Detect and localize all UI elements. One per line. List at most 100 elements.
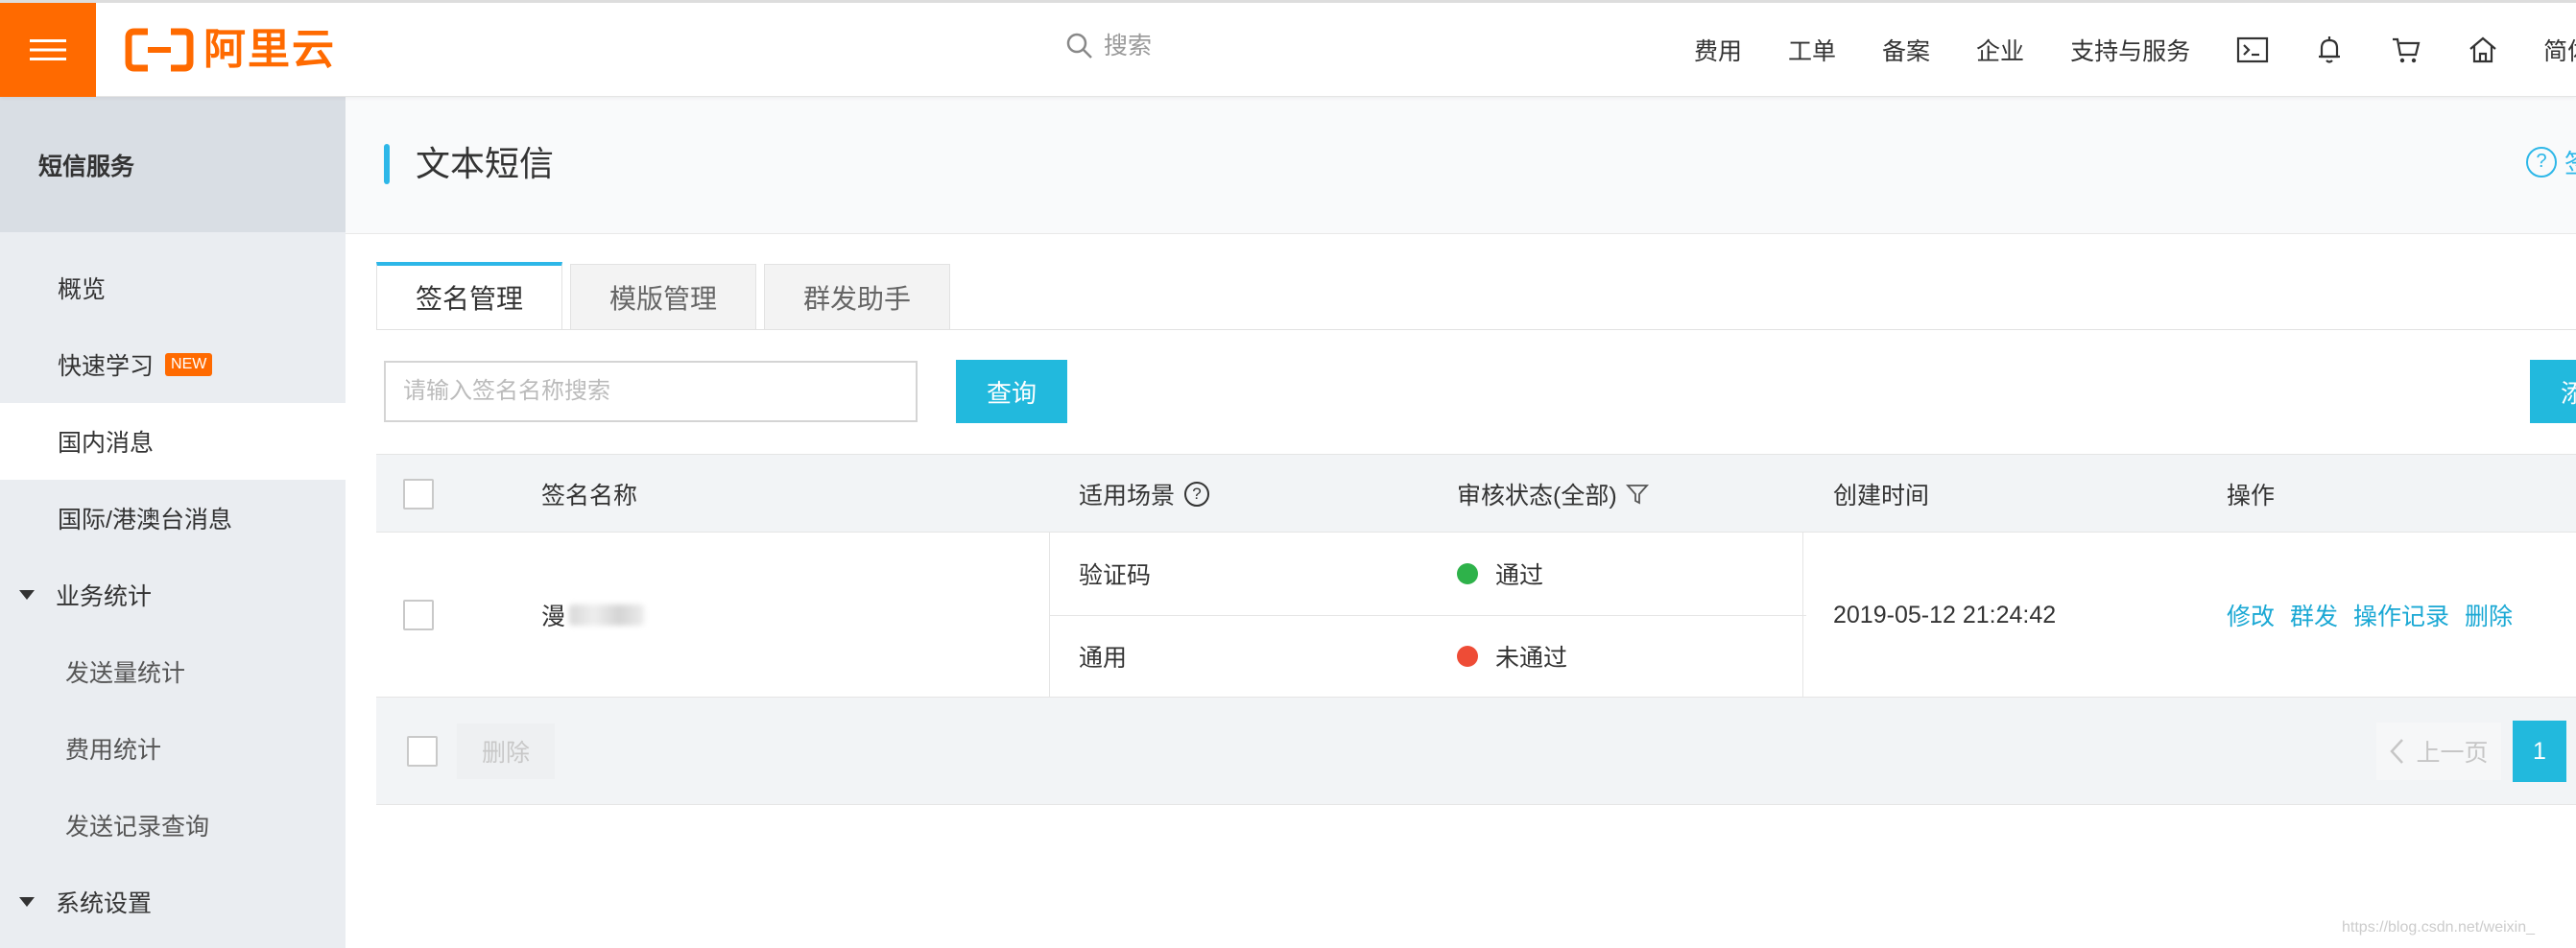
column-status[interactable]: 审核状态(全部) (1457, 455, 1650, 533)
tab-signature[interactable]: 签名管理 (376, 262, 563, 329)
column-actions: 操作 (2227, 483, 2276, 510)
menu-button[interactable] (0, 3, 96, 97)
page-title: 文本短信 (416, 144, 555, 183)
row-select-cell (403, 533, 434, 698)
sidebar-item-send-stats[interactable]: 发送量统计 (0, 633, 346, 710)
watermark: https://blog.csdn.net/weixin_ (2342, 919, 2536, 936)
operation-log-link[interactable]: 操作记录 (2353, 598, 2449, 632)
page-header: 文本短信 ? 签 (346, 97, 2576, 234)
footer-select-all-checkbox[interactable] (407, 736, 438, 767)
column-created: 创建时间 (1833, 483, 1930, 510)
status-cell: 未通过 (1457, 615, 1567, 698)
help-icon[interactable]: ? (1184, 482, 1210, 507)
tabs-divider (376, 329, 2576, 330)
column-scene: 适用场景 ? (1079, 455, 1210, 533)
status-text: 通过 (1495, 562, 1544, 589)
scene-cell: 验证码 (1079, 562, 1152, 589)
row-divider (1050, 615, 1806, 616)
sidebar-title: 短信服务 (0, 97, 346, 232)
search-icon (1066, 33, 1092, 59)
edit-link[interactable]: 修改 (2227, 598, 2275, 632)
tab-template[interactable]: 模版管理 (570, 264, 757, 329)
prev-page-label: 上一页 (2416, 740, 2489, 767)
batch-delete-button[interactable]: 删除 (457, 723, 556, 779)
aliyun-logo[interactable]: 阿里云 (125, 28, 336, 72)
chevron-left-icon (2390, 739, 2404, 764)
sidebar-group-label: 系统设置 (56, 890, 153, 917)
sidebar-item-label: 快速学习 (58, 353, 155, 380)
sidebar-group-stats[interactable]: 业务统计 (0, 557, 346, 633)
delete-link[interactable]: 删除 (2465, 598, 2513, 632)
status-pass-dot (1457, 563, 1478, 584)
column-status-label: 审核状态(全部) (1457, 483, 1617, 510)
signature-table: 签名名称 适用场景 ? 审核状态(全部) 创建时间 操作 漫 验证码 通过 通用… (376, 454, 2576, 805)
status-cell: 通过 (1457, 533, 1543, 615)
sidebar-item-label: 发送量统计 (65, 660, 186, 687)
signature-search-input[interactable] (384, 361, 918, 422)
sidebar-item-overview[interactable]: 概览 (0, 249, 346, 326)
sidebar-item-label: 概览 (58, 276, 107, 303)
sidebar-item-international[interactable]: 国际/港澳台消息 (0, 480, 346, 557)
logo-text: 阿里云 (203, 26, 336, 73)
tab-bulk-send[interactable]: 群发助手 (764, 264, 951, 329)
created-time: 2019-05-12 21:24:42 (1833, 601, 2057, 628)
add-signature-button[interactable]: 添 (2530, 360, 2576, 423)
table-row: 漫 验证码 通过 通用 未通过 2019-05-12 21:24:42 修改 群… (376, 533, 2576, 698)
language-switch[interactable]: 简体 (2543, 33, 2576, 67)
top-bar: 阿里云 费用 工单 备案 企业 支持与服务 简体 (0, 0, 2576, 97)
status-text: 未通过 (1495, 645, 1568, 672)
signature-name: 漫 (541, 533, 645, 698)
bulk-send-link[interactable]: 群发 (2290, 598, 2338, 632)
bell-icon[interactable] (2313, 34, 2346, 66)
aliyun-logo-icon (125, 28, 194, 72)
terminal-icon[interactable] (2236, 34, 2269, 66)
nav-tickets[interactable]: 工单 (1788, 33, 1836, 67)
nav-support[interactable]: 支持与服务 (2070, 33, 2190, 67)
help-label: 签 (2564, 143, 2576, 180)
row-checkbox[interactable] (403, 600, 434, 630)
sidebar: 短信服务 概览 快速学习 NEW 国内消息 国际/港澳台消息 业务统计 发送量统计… (0, 97, 346, 948)
top-nav: 费用 工单 备案 企业 支持与服务 简体 (1694, 3, 2576, 97)
column-name: 签名名称 (541, 483, 638, 510)
search-input[interactable] (1104, 32, 1392, 60)
table-header: 签名名称 适用场景 ? 审核状态(全部) 创建时间 操作 (376, 454, 2576, 533)
column-scene-label: 适用场景 (1079, 483, 1176, 510)
help-link[interactable]: ? 签 (2526, 143, 2576, 180)
status-fail-dot (1457, 646, 1478, 667)
sidebar-item-domestic[interactable]: 国内消息 (0, 403, 346, 480)
sidebar-item-cost-stats[interactable]: 费用统计 (0, 710, 346, 787)
tab-bar: 签名管理 模版管理 群发助手 (376, 262, 951, 329)
home-icon[interactable] (2467, 34, 2499, 66)
cart-icon[interactable] (2390, 34, 2422, 66)
global-search[interactable] (1065, 32, 1392, 60)
hamburger-icon (30, 39, 66, 60)
sidebar-item-label: 发送记录查询 (65, 814, 210, 841)
sidebar-item-label: 国际/港澳台消息 (58, 507, 232, 533)
select-all-checkbox[interactable] (403, 479, 434, 510)
footer-select-cell (407, 736, 438, 767)
new-badge: NEW (165, 353, 213, 376)
title-accent-bar (384, 144, 390, 184)
caret-down-icon (19, 897, 35, 907)
table-footer: 删除 上一页 1 (376, 698, 2576, 805)
nav-icp[interactable]: 备案 (1882, 33, 1930, 67)
page-number-1[interactable]: 1 (2513, 721, 2566, 782)
sidebar-item-label: 国内消息 (58, 430, 155, 457)
nav-enterprise[interactable]: 企业 (1976, 33, 2024, 67)
nav-fees[interactable]: 费用 (1694, 33, 1742, 67)
scene-cell: 通用 (1079, 645, 1128, 672)
sidebar-group-settings[interactable]: 系统设置 (0, 864, 346, 940)
sidebar-item-send-records[interactable]: 发送记录查询 (0, 787, 346, 864)
query-button[interactable]: 查询 (956, 360, 1067, 423)
select-all-cell (403, 455, 434, 533)
actions-cell: 修改 群发 操作记录 删除 (2227, 533, 2528, 698)
filter-icon[interactable] (1625, 482, 1650, 507)
help-icon: ? (2526, 146, 2557, 178)
caret-down-icon (19, 590, 35, 600)
signature-name-text: 漫 (541, 604, 566, 630)
sidebar-item-label: 费用统计 (65, 737, 162, 764)
sidebar-item-quickstart[interactable]: 快速学习 NEW (0, 326, 346, 403)
prev-page-button[interactable]: 上一页 (2376, 723, 2501, 780)
redacted-text (569, 604, 645, 626)
sidebar-group-label: 业务统计 (56, 583, 153, 610)
